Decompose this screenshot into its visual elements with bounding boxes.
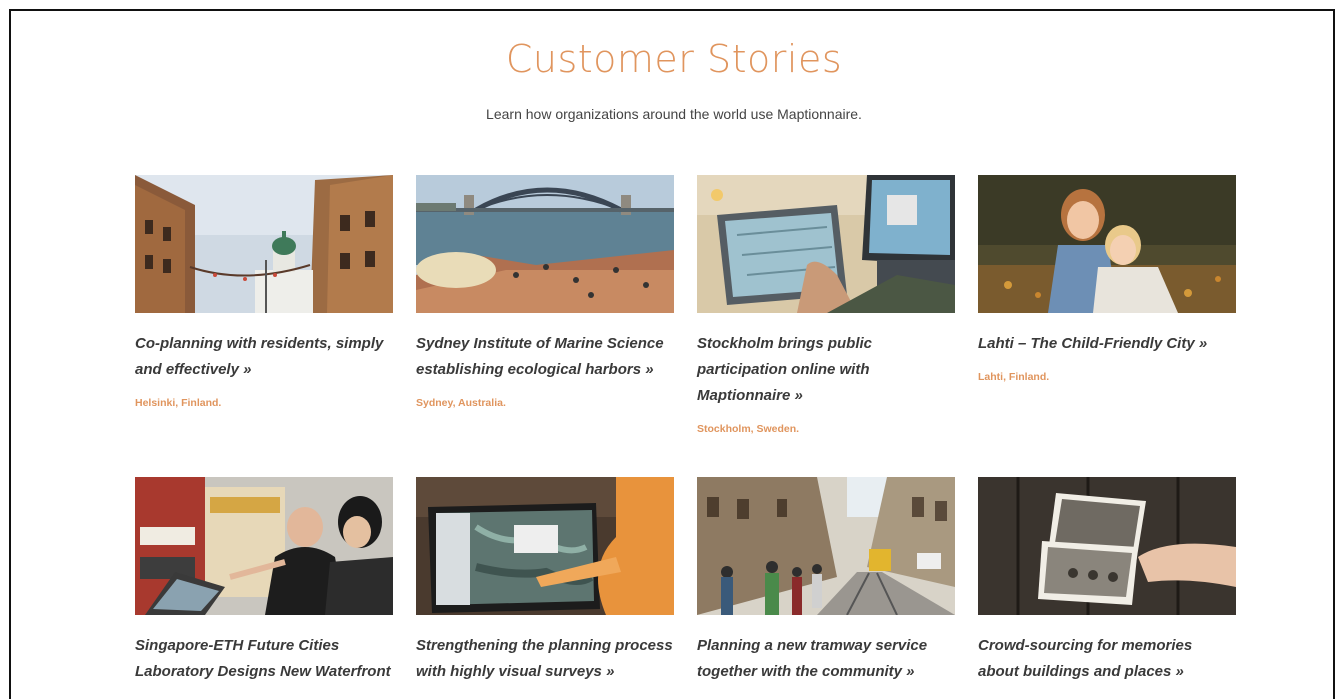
tablet-map-photo[interactable] xyxy=(697,175,955,313)
story-card[interactable]: Sydney Institute of Marine Science estab… xyxy=(416,175,674,409)
children-hugging-photo[interactable] xyxy=(978,175,1236,313)
tram-street-photo[interactable] xyxy=(697,477,955,615)
story-location: Stockholm, Sweden. xyxy=(697,423,800,435)
touchscreen-map-photo[interactable] xyxy=(416,477,674,615)
story-card[interactable]: Singapore-ETH Future Cities Laboratory D… xyxy=(135,477,393,685)
story-location: Lahti, Finland. xyxy=(978,371,1050,383)
story-title[interactable]: Sydney Institute of Marine Science estab… xyxy=(416,331,674,383)
story-location: Sydney, Australia. xyxy=(416,397,506,409)
helsinki-street-photo[interactable] xyxy=(135,175,393,313)
tablet-map-photo-graphic xyxy=(697,175,955,313)
story-title[interactable]: Co-planning with residents, simply and e… xyxy=(135,331,393,383)
helsinki-street-photo-graphic xyxy=(135,175,393,313)
story-card[interactable]: Crowd-sourcing for memories about buildi… xyxy=(978,477,1236,685)
children-hugging-photo-graphic xyxy=(978,175,1236,313)
story-card[interactable]: Lahti – The Child-Friendly City » Lahti,… xyxy=(978,175,1236,383)
page-title: Customer Stories xyxy=(505,37,843,81)
story-card[interactable]: Planning a new tramway service together … xyxy=(697,477,955,685)
page-frame: Customer Stories Learn how organizations… xyxy=(9,9,1335,699)
sydney-harbour-photo-graphic xyxy=(416,175,674,313)
story-title[interactable]: Singapore-ETH Future Cities Laboratory D… xyxy=(135,633,393,685)
workshop-laptop-photo-graphic xyxy=(135,477,393,615)
page-subtitle: Learn how organizations around the world… xyxy=(486,106,862,122)
story-location: Helsinki, Finland. xyxy=(135,397,222,409)
touchscreen-map-photo-graphic xyxy=(416,477,674,615)
old-photographs-photo[interactable] xyxy=(978,477,1236,615)
old-photographs-photo-graphic xyxy=(978,477,1236,615)
story-title[interactable]: Crowd-sourcing for memories about buildi… xyxy=(978,633,1236,685)
story-card[interactable]: Strengthening the planning process with … xyxy=(416,477,674,685)
workshop-laptop-photo[interactable] xyxy=(135,477,393,615)
story-title[interactable]: Strengthening the planning process with … xyxy=(416,633,674,685)
story-title[interactable]: Planning a new tramway service together … xyxy=(697,633,955,685)
story-title[interactable]: Stockholm brings public participation on… xyxy=(697,331,955,409)
sydney-harbour-photo[interactable] xyxy=(416,175,674,313)
story-card[interactable]: Co-planning with residents, simply and e… xyxy=(135,175,393,409)
tram-street-photo-graphic xyxy=(697,477,955,615)
story-title[interactable]: Lahti – The Child-Friendly City » xyxy=(978,331,1236,357)
story-card[interactable]: Stockholm brings public participation on… xyxy=(697,175,955,435)
